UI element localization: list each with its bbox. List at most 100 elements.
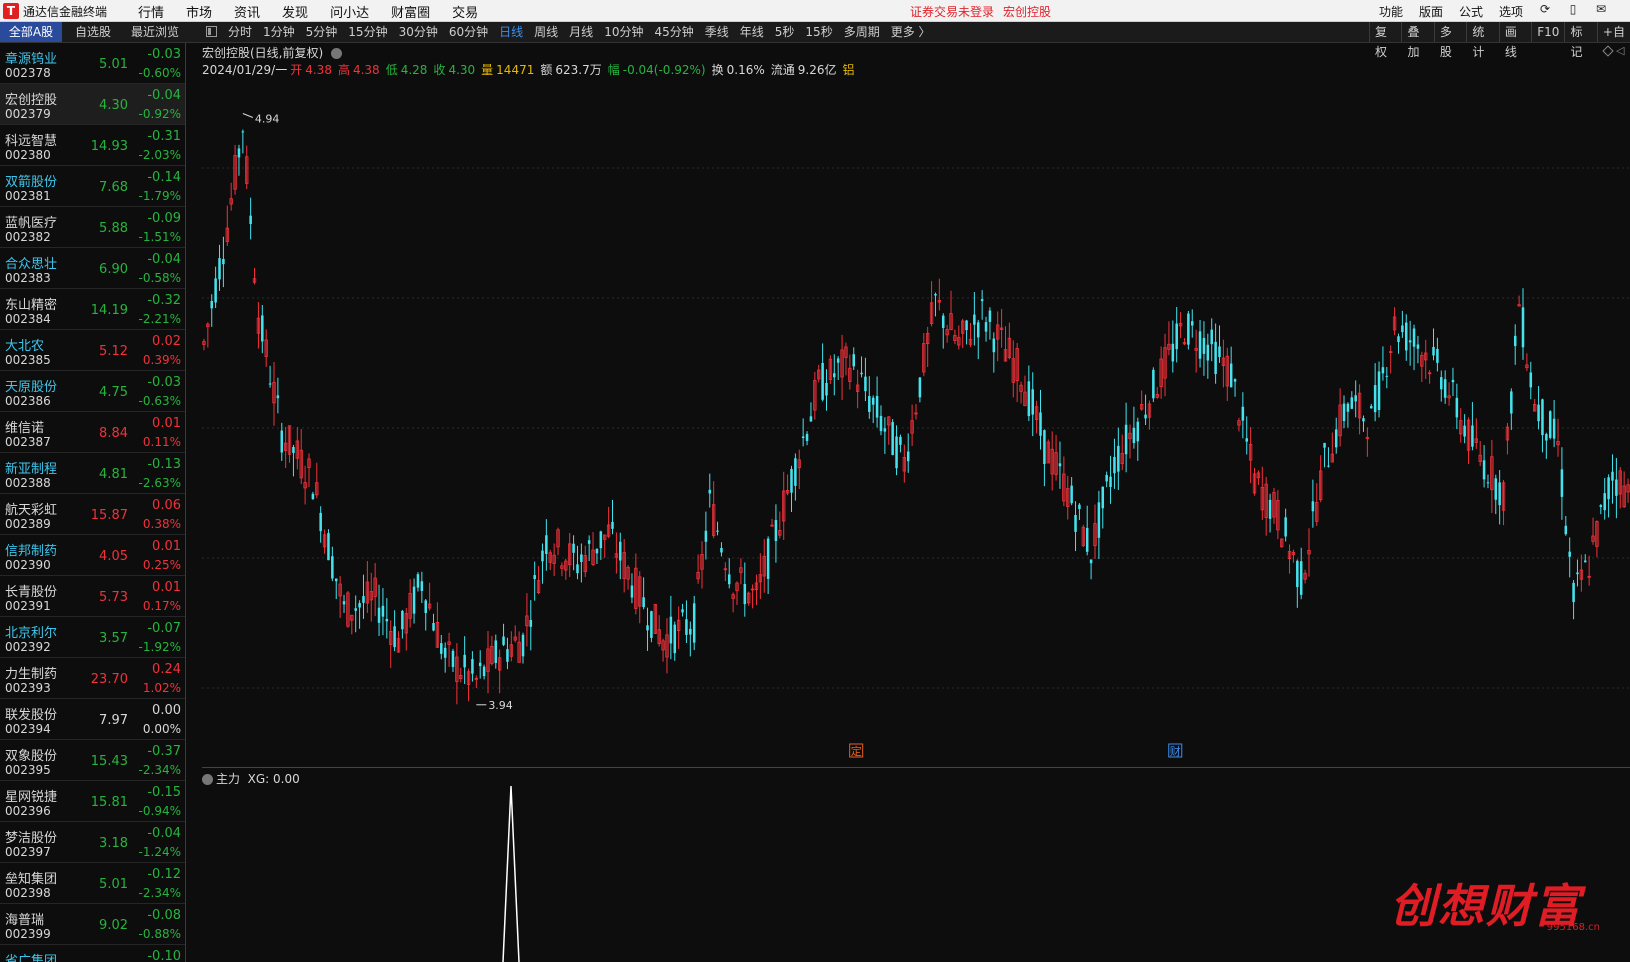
phone-icon[interactable]: ▯ <box>1559 2 1587 16</box>
stock-code: 002397 <box>5 845 51 859</box>
candle-body <box>210 300 213 309</box>
stock-row[interactable]: 航天彩虹 002389 15.87 0.06 0.38% <box>0 494 185 535</box>
candle-body <box>541 550 544 562</box>
diamond-icon[interactable] <box>1602 45 1614 57</box>
stock-row[interactable]: 省广集团 -0.10 <box>0 945 185 962</box>
tab-watchlist[interactable]: 自选股 <box>62 22 124 42</box>
collapse-icon[interactable] <box>331 48 343 59</box>
stock-row[interactable]: 维信诺 002387 8.84 0.01 0.11% <box>0 412 185 453</box>
stock-change: -0.03 <box>147 47 181 62</box>
menu-item-ask[interactable]: 问小达 <box>330 2 369 21</box>
period-11[interactable]: 季线 <box>705 22 729 42</box>
period-16[interactable]: 更多 〉 <box>891 22 931 42</box>
menu-item-function[interactable]: 功能 <box>1379 3 1403 20</box>
stock-row[interactable]: 天原股份 002386 4.75 -0.03 -0.63% <box>0 371 185 412</box>
candle-body <box>494 640 498 663</box>
period-1[interactable]: 1分钟 <box>263 22 295 42</box>
menu-item-trade[interactable]: 交易 <box>452 2 478 21</box>
kline-chart[interactable]: 4.94 3.94 定 财 <box>202 78 1630 758</box>
stock-change-pct: -0.63% <box>138 394 181 408</box>
candle-body <box>941 315 945 328</box>
candle-body <box>1537 404 1540 422</box>
stock-row[interactable]: 梦洁股份 002397 3.18 -0.04 -1.24% <box>0 822 185 863</box>
period-13[interactable]: 5秒 <box>775 22 795 42</box>
chart-tool-6[interactable]: 标记 <box>1564 22 1596 59</box>
chart-tool-4[interactable]: 画线 <box>1498 22 1531 59</box>
refresh-icon[interactable]: ⟳ <box>1531 2 1559 16</box>
period-12[interactable]: 年线 <box>740 22 764 42</box>
stock-row[interactable]: 合众思壮 002383 6.90 -0.04 -0.58% <box>0 248 185 289</box>
sector-tag[interactable]: 铝 <box>843 63 855 77</box>
stock-row[interactable]: 长青股份 002391 5.73 0.01 0.17% <box>0 576 185 617</box>
chart-tool-5[interactable]: F10 <box>1531 22 1564 42</box>
stock-row[interactable]: 大北农 002385 5.12 0.02 0.39% <box>0 330 185 371</box>
menu-item-options[interactable]: 选项 <box>1499 3 1523 20</box>
stock-row[interactable]: 双象股份 002395 15.43 -0.37 -2.34% <box>0 740 185 781</box>
expand-arrow-icon[interactable]: ◁ <box>1616 44 1624 57</box>
stock-row[interactable]: 力生制药 002393 23.70 0.24 1.02% <box>0 658 185 699</box>
period-6[interactable]: 日线 <box>499 22 523 42</box>
stock-row[interactable]: 蓝帆医疗 002382 5.88 -0.09 -1.51% <box>0 207 185 248</box>
chart-tool-3[interactable]: 统计 <box>1466 22 1498 59</box>
candle-body <box>692 603 696 643</box>
candle-body <box>268 383 272 385</box>
period-5[interactable]: 60分钟 <box>449 22 488 42</box>
menu-item-formula[interactable]: 公式 <box>1459 3 1483 20</box>
current-stock-link[interactable]: 宏创控股 <box>1003 3 1051 20</box>
stock-row[interactable]: 双箭股份 002381 7.68 -0.14 -1.79% <box>0 166 185 207</box>
stock-row[interactable]: 信邦制药 002390 4.05 0.01 0.25% <box>0 535 185 576</box>
chart-tool-1[interactable]: 叠加 <box>1401 22 1433 59</box>
candle-body <box>1210 329 1213 345</box>
stock-row[interactable]: 联发股份 002394 7.97 0.00 0.00% <box>0 699 185 740</box>
candle-body <box>385 618 389 622</box>
turnover-label: 换 <box>711 63 724 77</box>
period-9[interactable]: 10分钟 <box>604 22 643 42</box>
chart-tool-7[interactable]: +自 <box>1596 22 1630 42</box>
range-value: -0.04(-0.92%) <box>622 63 706 77</box>
period-15[interactable]: 多周期 <box>844 22 880 42</box>
tab-all-a-shares[interactable]: 全部A股 <box>0 22 62 42</box>
period-14[interactable]: 15秒 <box>805 22 832 42</box>
stock-row[interactable]: 东山精密 002384 14.19 -0.32 -2.21% <box>0 289 185 330</box>
message-icon[interactable]: ✉ <box>1587 2 1615 16</box>
period-2[interactable]: 5分钟 <box>306 22 338 42</box>
menu-item-wealth-circle[interactable]: 财富圈 <box>391 2 430 21</box>
stock-price: 4.05 <box>99 549 128 564</box>
stock-row[interactable]: 海普瑞 002399 9.02 -0.08 -0.88% <box>0 904 185 945</box>
candle-body <box>973 314 976 325</box>
menu-item-layout[interactable]: 版面 <box>1419 3 1443 20</box>
stock-price: 5.73 <box>99 590 128 605</box>
chart-tool-2[interactable]: 多股 <box>1433 22 1466 59</box>
panel-toggle-icon[interactable] <box>206 26 217 37</box>
stock-row[interactable]: 宏创控股 002379 4.30 -0.04 -0.92% <box>0 84 185 125</box>
menu-item-discover[interactable]: 发现 <box>282 2 308 21</box>
tab-recent[interactable]: 最近浏览 <box>124 22 186 42</box>
period-0[interactable]: 分时 <box>228 22 252 42</box>
stock-price: 4.30 <box>99 98 128 113</box>
login-status[interactable]: 证券交易未登录 <box>910 3 994 20</box>
menu-item-news[interactable]: 资讯 <box>234 2 260 21</box>
stock-price: 15.87 <box>90 508 128 523</box>
max-price-label: 4.94 <box>255 112 280 125</box>
period-10[interactable]: 45分钟 <box>654 22 693 42</box>
stock-row[interactable]: 新亚制程 002388 4.81 -0.13 -2.63% <box>0 453 185 494</box>
period-3[interactable]: 15分钟 <box>348 22 387 42</box>
stock-change: 0.24 <box>152 662 181 677</box>
stock-row[interactable]: 北京利尔 002392 3.57 -0.07 -1.92% <box>0 617 185 658</box>
candle-body <box>689 628 692 635</box>
stock-row[interactable]: 章源钨业 002378 5.01 -0.03 -0.60% <box>0 43 185 84</box>
pane-divider[interactable] <box>202 767 1630 768</box>
stock-row[interactable]: 星网锐捷 002396 15.81 -0.15 -0.94% <box>0 781 185 822</box>
candle-body <box>619 541 622 561</box>
chart-tool-0[interactable]: 复权 <box>1369 22 1401 59</box>
period-4[interactable]: 30分钟 <box>399 22 438 42</box>
stock-code: 002389 <box>5 517 51 531</box>
period-7[interactable]: 周线 <box>534 22 558 42</box>
stock-row[interactable]: 科远智慧 002380 14.93 -0.31 -2.03% <box>0 125 185 166</box>
stock-row[interactable]: 垒知集团 002398 5.01 -0.12 -2.34% <box>0 863 185 904</box>
menu-item-market[interactable]: 行情 <box>138 2 164 21</box>
candle-body <box>1408 340 1412 343</box>
menu-item-market-list[interactable]: 市场 <box>186 2 212 21</box>
period-8[interactable]: 月线 <box>569 22 593 42</box>
collapse-icon[interactable] <box>202 774 213 785</box>
